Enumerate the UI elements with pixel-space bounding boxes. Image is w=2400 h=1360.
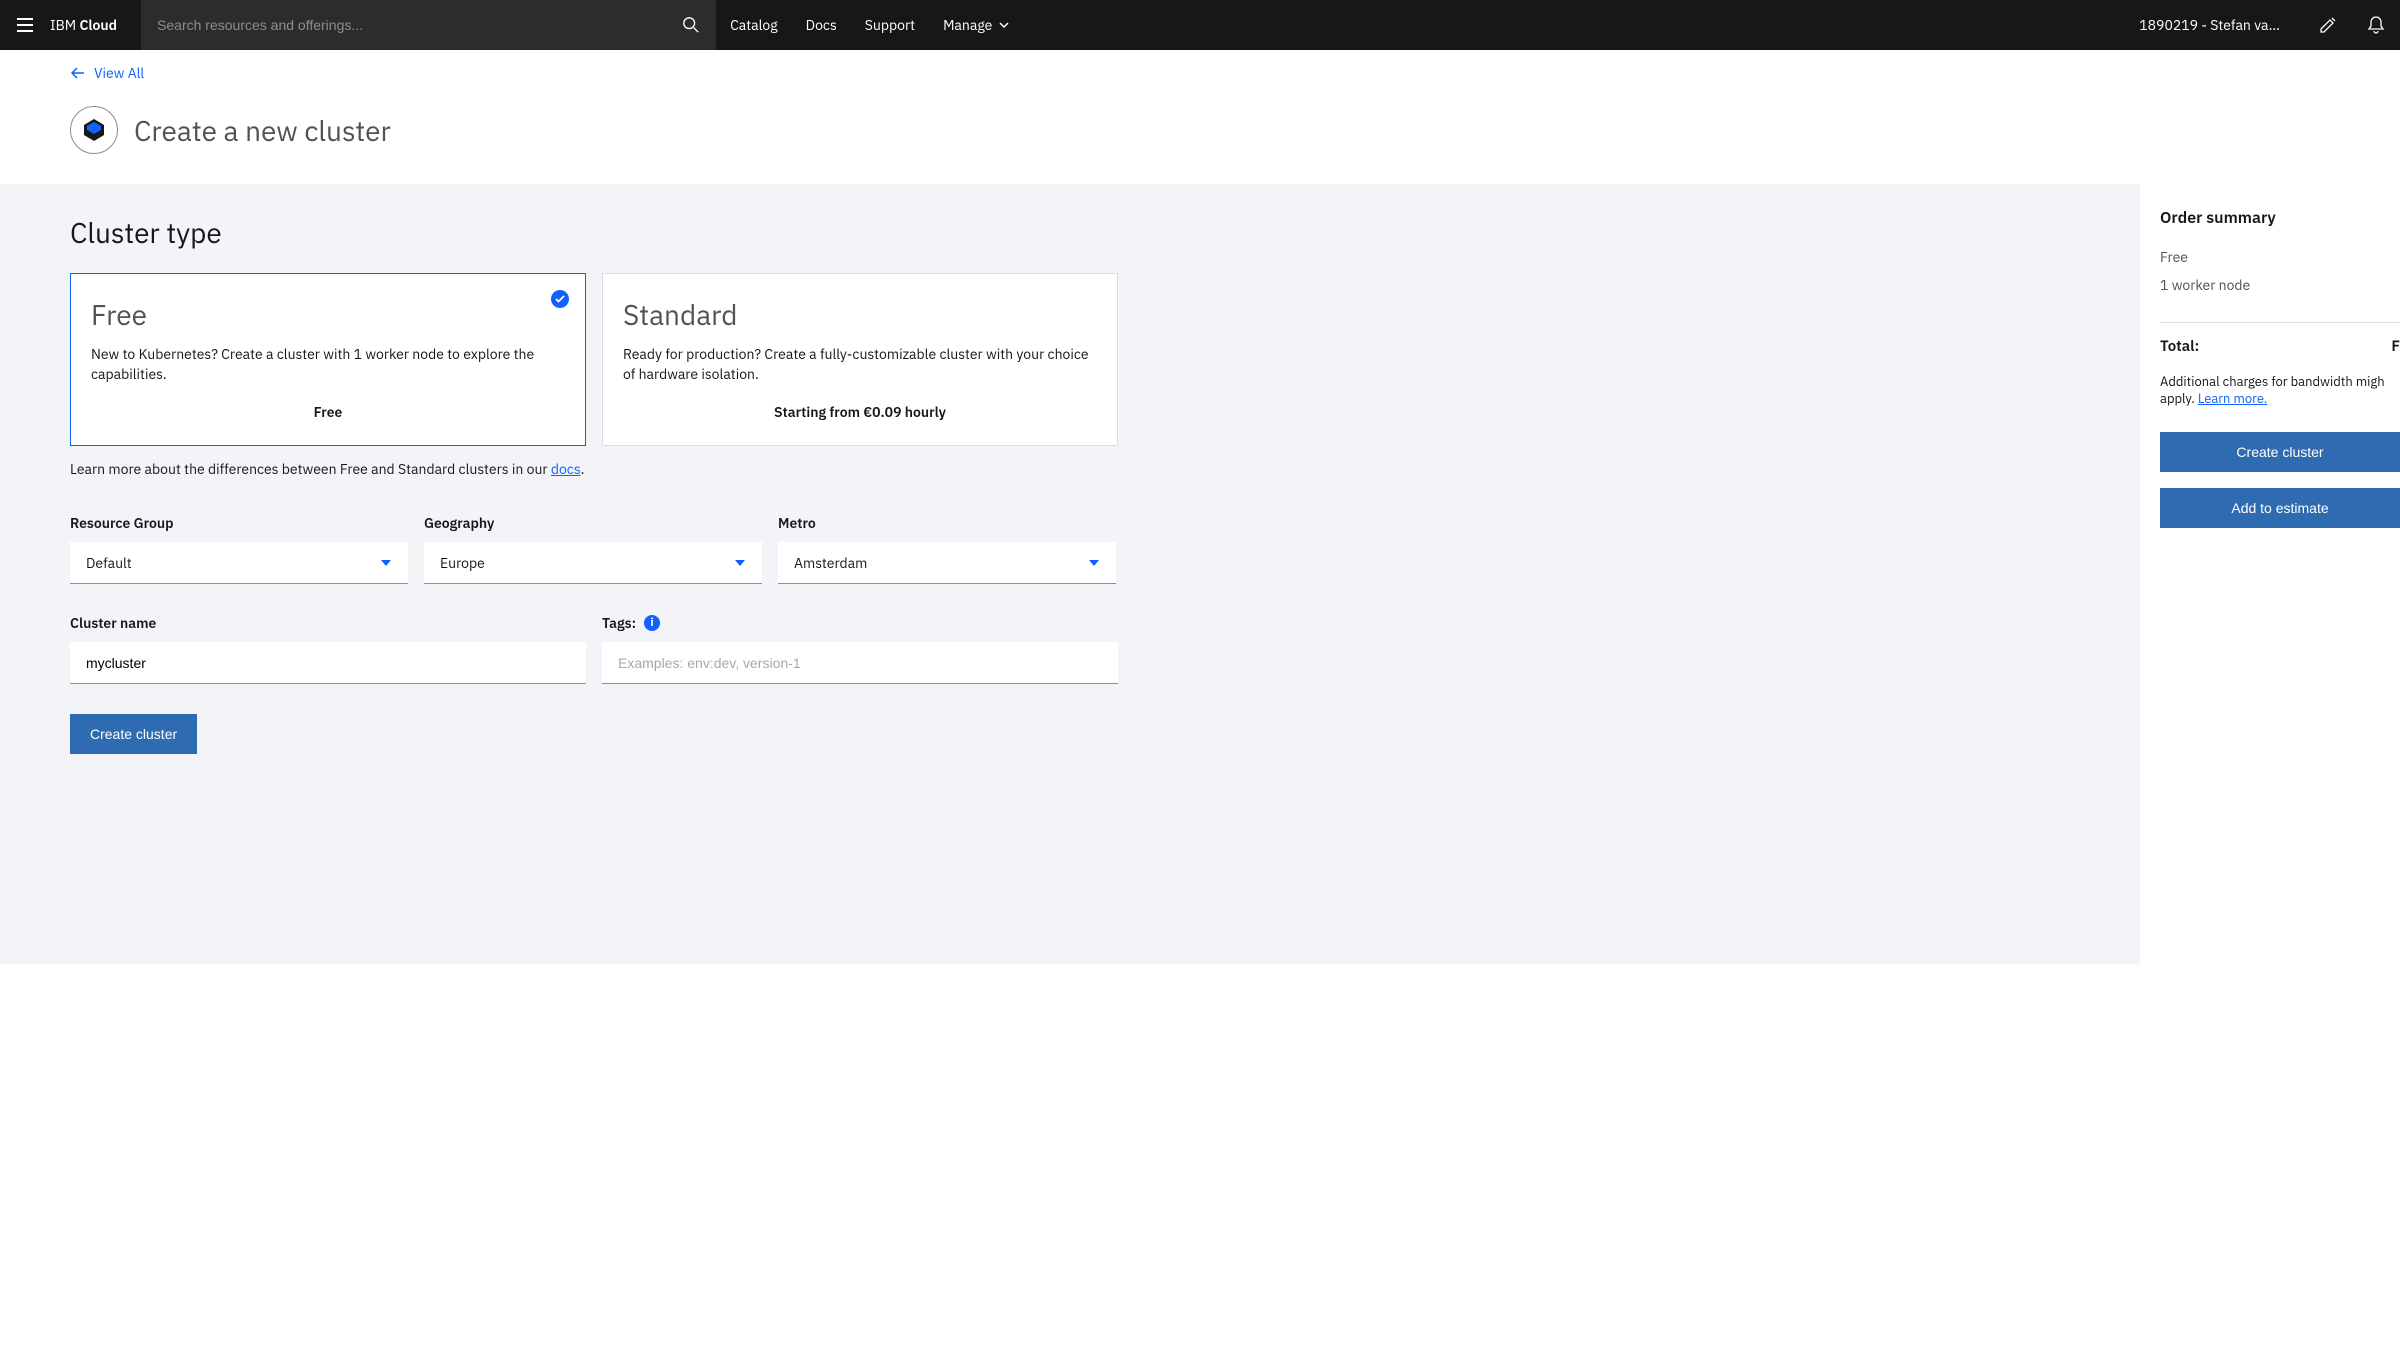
input-wrap-cluster-name	[70, 642, 586, 684]
cluster-type-cards: Free New to Kubernetes? Create a cluster…	[70, 273, 2070, 446]
card-free-desc: New to Kubernetes? Create a cluster with…	[91, 345, 565, 385]
card-free-title: Free	[91, 296, 565, 333]
nav-docs[interactable]: Docs	[792, 0, 851, 50]
learn-more-link[interactable]: Learn more.	[2198, 390, 2267, 407]
select-metro[interactable]: Amsterdam	[778, 542, 1116, 584]
nav-links: Catalog Docs Support Manage	[716, 0, 1024, 50]
summary-note-2: apply.	[2160, 390, 2198, 407]
location-fields-row: Resource Group Default Geography Europe …	[70, 514, 2070, 584]
name-fields-row: Cluster name Tags: i	[70, 614, 2070, 684]
input-tags[interactable]	[618, 655, 1102, 671]
brand[interactable]: IBM Cloud	[50, 16, 141, 34]
nav-support[interactable]: Support	[851, 0, 929, 50]
info-icon[interactable]: i	[644, 615, 660, 631]
summary-workers: 1 worker node	[2160, 276, 2400, 294]
helper-link[interactable]: docs	[551, 460, 581, 478]
nav-manage-label: Manage	[943, 16, 992, 34]
notifications-button[interactable]	[2352, 0, 2400, 50]
card-standard-desc: Ready for production? Create a fully-cus…	[623, 345, 1097, 385]
add-to-estimate-button[interactable]: Add to estimate	[2160, 488, 2400, 528]
order-summary-panel: Order summary Free 1 worker node Total: …	[2140, 184, 2400, 964]
arrow-left-icon	[70, 65, 86, 81]
label-tags: Tags: i	[602, 614, 1118, 632]
brand-prefix: IBM	[50, 16, 76, 34]
cluster-type-heading: Cluster type	[70, 214, 2070, 251]
label-resource-group: Resource Group	[70, 514, 408, 532]
caret-down-icon	[734, 557, 746, 569]
card-free[interactable]: Free New to Kubernetes? Create a cluster…	[70, 273, 586, 446]
kubernetes-icon	[80, 116, 108, 144]
edit-button[interactable]	[2304, 0, 2352, 50]
bell-icon	[2366, 15, 2386, 35]
field-resource-group: Resource Group Default	[70, 514, 408, 584]
summary-note: Additional charges for bandwidth migh ap…	[2160, 374, 2400, 408]
input-wrap-tags	[602, 642, 1118, 684]
label-tags-text: Tags:	[602, 614, 636, 632]
summary-title: Order summary	[2160, 208, 2400, 228]
helper-suffix: .	[581, 460, 585, 478]
search-input[interactable]	[157, 17, 674, 33]
pencil-icon	[2318, 15, 2338, 35]
search-container	[141, 0, 716, 50]
title-row: Create a new cluster	[70, 106, 2330, 154]
summary-note-1: Additional charges for bandwidth migh	[2160, 373, 2385, 390]
search-icon	[682, 16, 700, 34]
caret-down-icon	[380, 557, 392, 569]
summary-total-row: Total: F	[2160, 337, 2400, 356]
nav-catalog[interactable]: Catalog	[716, 0, 792, 50]
back-link[interactable]: View All	[70, 64, 2330, 82]
card-free-price: Free	[91, 403, 565, 421]
summary-create-button[interactable]: Create cluster	[2160, 432, 2400, 472]
card-standard-title: Standard	[623, 296, 1097, 333]
layout: Cluster type Free New to Kubernetes? Cre…	[0, 184, 2400, 964]
hamburger-icon	[15, 15, 35, 35]
input-cluster-name[interactable]	[86, 655, 570, 671]
card-standard[interactable]: Standard Ready for production? Create a …	[602, 273, 1118, 446]
checkmark-filled-icon	[551, 290, 569, 308]
value-metro: Amsterdam	[794, 554, 867, 572]
account-selector[interactable]: 1890219 - Stefan va...	[2115, 16, 2304, 34]
field-metro: Metro Amsterdam	[778, 514, 1116, 584]
field-geography: Geography Europe	[424, 514, 762, 584]
field-tags: Tags: i	[602, 614, 1118, 684]
label-metro: Metro	[778, 514, 1116, 532]
summary-plan: Free	[2160, 248, 2400, 266]
top-navbar: IBM Cloud Catalog Docs Support Manage 18…	[0, 0, 2400, 50]
select-resource-group[interactable]: Default	[70, 542, 408, 584]
brand-suffix: Cloud	[79, 16, 117, 34]
value-resource-group: Default	[86, 554, 132, 572]
chevron-down-icon	[998, 19, 1010, 31]
value-geography: Europe	[440, 554, 485, 572]
summary-total-label: Total:	[2160, 337, 2199, 356]
caret-down-icon	[1088, 557, 1100, 569]
back-link-label: View All	[94, 64, 144, 82]
main-content: Cluster type Free New to Kubernetes? Cre…	[0, 184, 2140, 964]
helper-prefix: Learn more about the differences between…	[70, 460, 551, 478]
nav-manage[interactable]: Manage	[929, 0, 1024, 50]
page-title: Create a new cluster	[134, 112, 391, 149]
label-geography: Geography	[424, 514, 762, 532]
cluster-type-helper: Learn more about the differences between…	[70, 460, 2070, 478]
summary-total-value: F	[2391, 337, 2400, 356]
field-cluster-name: Cluster name	[70, 614, 586, 684]
label-cluster-name: Cluster name	[70, 614, 586, 632]
card-standard-price: Starting from €0.09 hourly	[623, 403, 1097, 421]
page-header: View All Create a new cluster	[0, 50, 2400, 184]
menu-button[interactable]	[0, 0, 50, 50]
service-logo	[70, 106, 118, 154]
summary-block: Free 1 worker node	[2160, 248, 2400, 323]
select-geography[interactable]: Europe	[424, 542, 762, 584]
create-cluster-button[interactable]: Create cluster	[70, 714, 197, 754]
